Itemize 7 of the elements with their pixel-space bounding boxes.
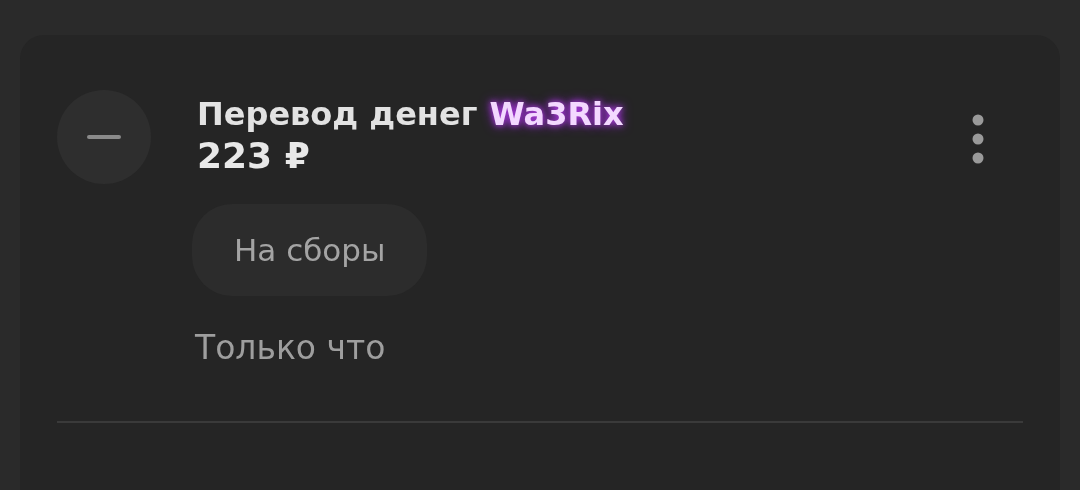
more-icon[interactable]: [971, 114, 985, 164]
recipient-name: Wa3Rix: [489, 95, 624, 133]
timestamp: Только что: [195, 328, 387, 367]
amount: 223 ₽: [197, 135, 311, 176]
category-chip[interactable]: На сборы: [192, 204, 428, 296]
operation-title: Перевод денег: [197, 95, 478, 133]
minus-icon: [87, 135, 121, 139]
